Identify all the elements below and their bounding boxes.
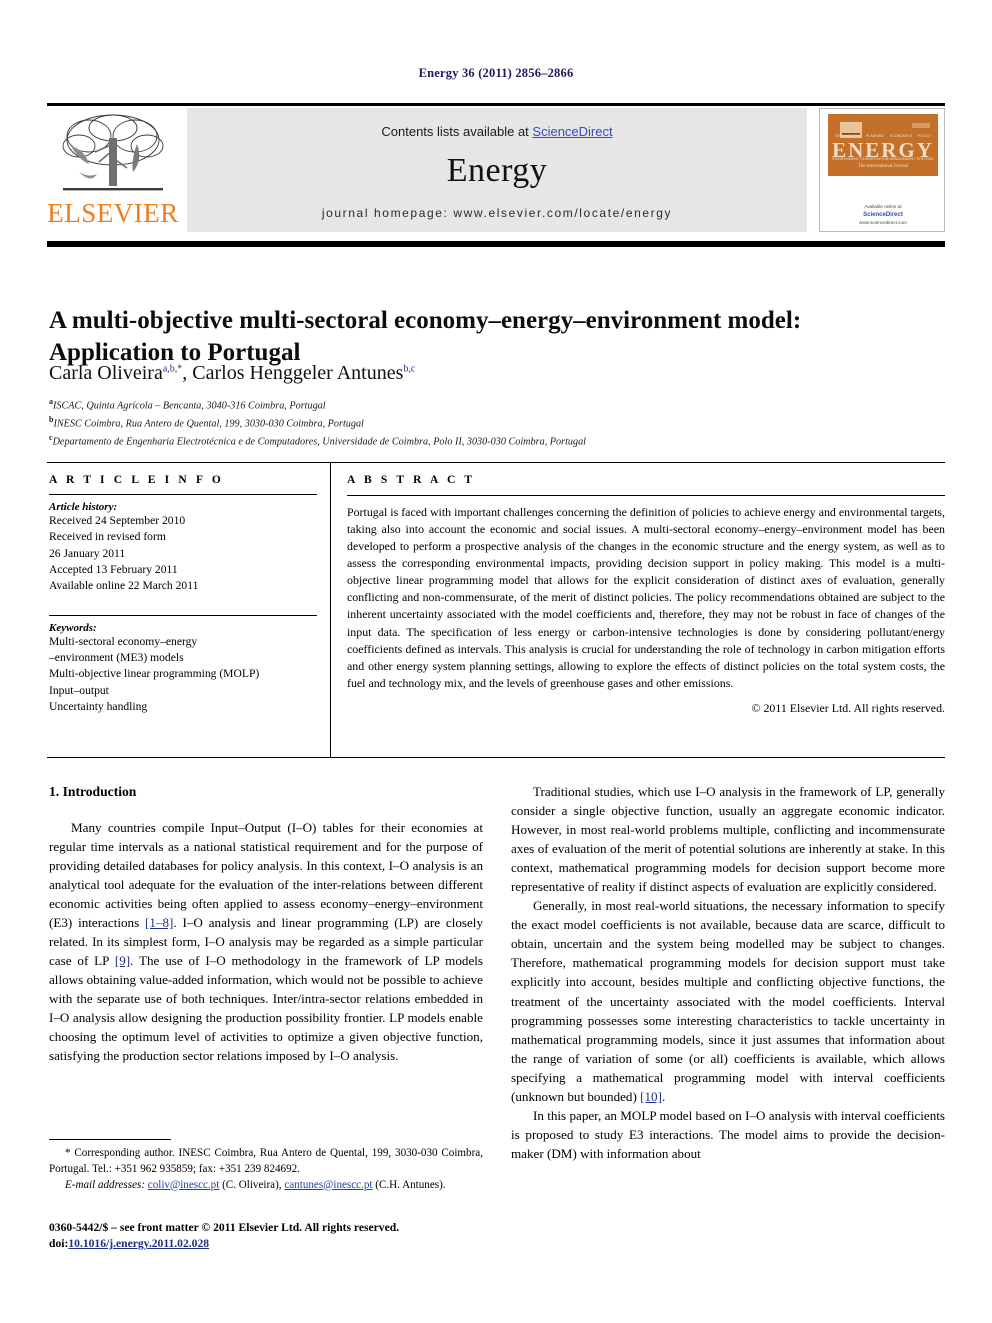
keyword-item: Multi-objective linear programming (MOLP… [49,667,260,681]
keyword-item: –environment (ME3) models [49,651,184,665]
body-paragraph: Many countries compile Input–Output (I–O… [49,818,483,1066]
article-history-label: Article history: [49,501,118,513]
article-history-item: Accepted 13 February 2011 [49,563,178,577]
band-vertical-rule [330,462,331,758]
masthead-bottom-rule [47,241,945,247]
cover-topic: ENVIRONMENT [832,157,860,161]
body-paragraph: Traditional studies, which use I–O analy… [511,784,945,895]
section-heading-introduction: 1. Introduction [49,784,137,799]
article-history-item: Received in revised form [49,530,166,544]
cover-subtitle: The International Journal [857,164,909,169]
sciencedirect-link[interactable]: ScienceDirect [532,124,612,139]
elsevier-wordmark: ELSEVIER [47,198,179,228]
abstract-copyright: © 2011 Elsevier Ltd. All rights reserved… [751,700,945,715]
paragraph-part: Generally, in most real-world situations… [511,898,945,1104]
cover-sciencedirect-block: Available online at ScienceDirect www.sc… [828,204,938,227]
author-names: Carla Oliveiraa,b,*, Carlos Henggeler An… [49,362,416,384]
affiliation-text: Departamento de Engenharia Electrotécnic… [52,436,587,448]
affiliation-text: INESC Coimbra, Rua Antero de Quental, 19… [53,418,364,430]
keywords-block: Keywords: Multi-sectoral economy–energy … [49,622,317,716]
imprint-block: 0360-5442/$ – see front matter © 2011 El… [49,1220,509,1253]
doi-link[interactable]: 10.1016/j.energy.2011.02.028 [68,1237,209,1250]
paragraph-part: . [661,1088,666,1104]
running-head: Energy 36 (2011) 2856–2866 [418,66,574,80]
band-bottom-rule [47,757,945,758]
paragraph-part: . The use of I–O methodology in the fram… [49,953,483,1064]
email-addresses-note: E-mail addresses: coliv@inescc.pt (C. Ol… [65,1178,446,1191]
cover-available-online: Available online at [864,204,902,209]
cover-sciencedirect-logo: ScienceDirect [863,211,903,218]
abstract-panel: A B S T R A C T Portugal is faced with i… [347,474,945,716]
body-paragraph: In this paper, an MOLP model based on I–… [511,1107,945,1161]
article-history-item: 26 January 2011 [49,546,126,560]
band-top-rule [47,462,945,463]
cover-topic: SYSTEMS [916,157,934,161]
keywords-rule [49,614,317,616]
email-owner: (C.H. Antunes) [375,1178,443,1191]
article-info-rule [49,494,317,495]
journal-masthead: ELSEVIER Contents lists available at Sci… [47,104,945,232]
cover-topic-row-2: ENVIRONMENT CONSERVATION MANAGEMENT SYST… [832,157,934,161]
affiliation-list: aISCAC, Quinta Agrícola – Bencanta, 3040… [49,396,929,450]
footnote-rule [49,1139,171,1140]
article-history-item: Available online 22 March 2011 [49,579,199,593]
keyword-item: Input–output [49,683,109,697]
author-list: Carla Oliveiraa,b,*, Carlos Henggeler An… [49,362,929,385]
cover-bottom-panel: Available online at ScienceDirect www.sc… [828,176,938,226]
cover-issue-label [912,123,930,128]
citation-link[interactable]: [1–8] [145,915,173,930]
email-label: E-mail addresses: [65,1178,146,1191]
affiliation-item: cDepartamento de Engenharia Electrotécni… [49,432,929,450]
journal-cover-thumbnail[interactable]: TECHNOLOGY PLANNING ECONOMICS POLICY ENE… [819,108,945,232]
abstract-heading: A B S T R A C T [347,474,476,486]
elsevier-tree-icon [55,110,171,198]
journal-title: Energy [446,152,548,189]
cover-sciencedirect-url: www.sciencedirect.com [859,219,907,225]
doi-prefix: doi: [49,1237,69,1251]
affiliation-item: aISCAC, Quinta Agrícola – Bencanta, 3040… [49,396,929,414]
abstract-rule [347,495,945,496]
affiliation-item: bINESC Coimbra, Rua Antero de Quental, 1… [49,414,929,432]
article-info-panel: A R T I C L E I N F O Article history: R… [49,474,317,715]
abstract-text: Portugal is faced with important challen… [347,505,945,690]
paragraph-part: Many countries compile Input–Output (I–O… [49,819,483,930]
article-page: Energy 36 (2011) 2856–2866 ELSEVIER Cont… [0,0,992,1323]
citation-link[interactable]: [9] [115,953,130,968]
body-paragraph: Generally, in most real-world situations… [511,896,945,1106]
citation-link[interactable]: [10] [640,1089,662,1104]
email-link[interactable]: cantunes@inescc.pt [284,1179,372,1191]
cover-top-panel: TECHNOLOGY PLANNING ECONOMICS POLICY ENE… [828,114,938,176]
body-column-right: Traditional studies, which use I–O analy… [511,782,945,1163]
page-title: A multi-objective multi-sectoral economy… [49,306,802,366]
contents-available-line: Contents lists available at ScienceDirec… [187,124,807,139]
keyword-item: Uncertainty handling [49,700,148,714]
issn-front-matter: 0360-5442/$ – see front matter © 2011 El… [49,1221,400,1234]
contents-prefix: Contents lists available at [381,124,533,139]
footnote-block: * Corresponding author. INESC Coimbra, R… [49,1146,483,1193]
journal-homepage-line[interactable]: journal homepage: www.elsevier.com/locat… [187,206,807,220]
author-affil-marker: b,c [403,363,416,375]
email-link[interactable]: coliv@inescc.pt [148,1179,220,1191]
elsevier-logo: ELSEVIER [47,108,179,232]
keyword-item: Multi-sectoral economy–energy [49,634,198,648]
body-column-left: 1. Introduction Many countries compile I… [49,782,483,1065]
cover-topic: MANAGEMENT [889,157,916,161]
keywords-label: Keywords: [49,621,97,634]
article-history-item: Received 24 September 2010 [49,514,186,527]
doi-line: doi:10.1016/j.energy.2011.02.028 [49,1236,509,1252]
masthead-center-band: Contents lists available at ScienceDirec… [187,108,807,232]
email-owner: (C. Oliveira) [222,1178,279,1191]
article-info-heading: A R T I C L E I N F O [49,474,224,486]
cover-topic: CONSERVATION [860,157,889,161]
affiliation-text: ISCAC, Quinta Agrícola – Bencanta, 3040-… [53,400,326,412]
author-affil-marker: a,b,* [162,363,183,375]
corresponding-author-note: * Corresponding author. INESC Coimbra, R… [49,1147,483,1175]
